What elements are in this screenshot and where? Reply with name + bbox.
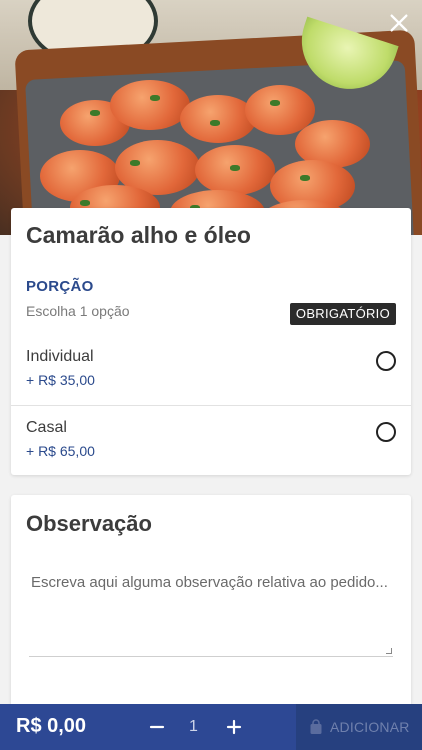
option-radio[interactable]: [376, 351, 396, 371]
product-title: Camarão alho e óleo: [26, 222, 251, 248]
option-label: Casal: [26, 419, 67, 436]
quantity-increase-button[interactable]: [220, 713, 248, 741]
product-photo: [0, 0, 422, 235]
plus-icon: [226, 719, 242, 735]
close-button[interactable]: [386, 10, 412, 36]
option-individual[interactable]: Individual + R$ 35,00: [11, 336, 411, 406]
product-options-card: Camarão alho e óleo PORÇÃO Escolha 1 opç…: [11, 208, 411, 475]
option-group-title: PORÇÃO: [26, 278, 94, 295]
option-group-subtitle: Escolha 1 opção: [26, 303, 130, 319]
observation-input[interactable]: [29, 567, 393, 657]
close-icon: [390, 14, 408, 32]
shopping-bag-icon: [310, 719, 322, 734]
minus-icon: [149, 725, 165, 729]
option-label: Individual: [26, 348, 94, 365]
bottom-order-bar: R$ 0,00 1 ADICIONAR: [0, 704, 422, 750]
option-price: + R$ 35,00: [26, 372, 95, 388]
add-to-cart-button[interactable]: ADICIONAR: [296, 704, 422, 750]
option-casal[interactable]: Casal + R$ 65,00: [11, 407, 411, 477]
option-radio[interactable]: [376, 422, 396, 442]
quantity-value: 1: [189, 718, 198, 735]
textarea-resize-handle[interactable]: [386, 648, 392, 654]
add-button-label: ADICIONAR: [330, 719, 410, 735]
order-total: R$ 0,00: [16, 715, 87, 737]
quantity-decrease-button[interactable]: [143, 713, 171, 741]
option-price: + R$ 65,00: [26, 443, 95, 459]
observation-card: Observação: [11, 495, 411, 707]
required-badge: OBRIGATÓRIO: [289, 303, 396, 325]
observation-title: Observação: [26, 511, 152, 536]
